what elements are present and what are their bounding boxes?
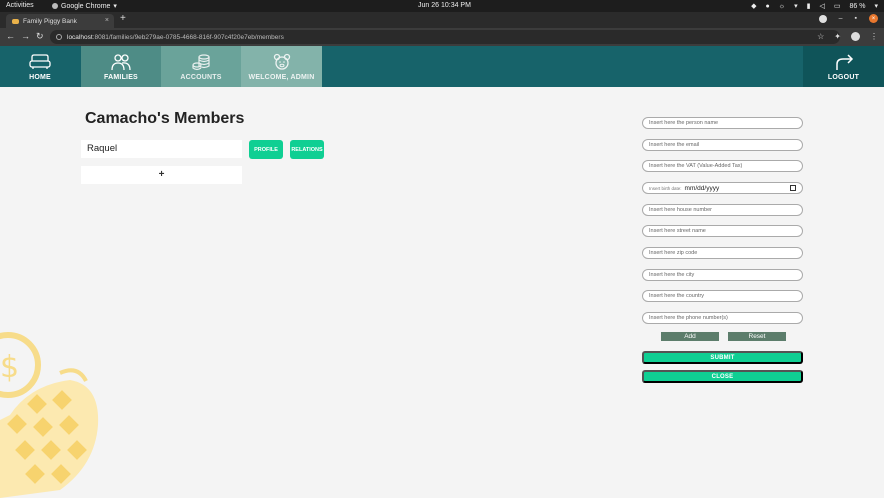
nav-home-label: HOME: [29, 73, 51, 81]
address-bar: ← → ↻ localhost:8081/families/9eb279ae-0…: [0, 28, 884, 46]
battery-level: 86 %: [849, 2, 866, 10]
chrome-icon: [52, 3, 58, 9]
url-path: :8081/families/9eb279ae-0785-4668-816f-9…: [92, 33, 284, 41]
minimize-button[interactable]: –: [839, 15, 843, 22]
battery-icon: ▭: [833, 3, 841, 10]
add-member-button[interactable]: +: [81, 166, 242, 184]
wifi-icon: ▾: [794, 3, 798, 10]
download-icon[interactable]: [818, 14, 827, 23]
piggy-bank-decoration-icon: $: [0, 332, 99, 498]
coins-icon: [192, 53, 210, 70]
submit-button[interactable]: SUBMIT: [642, 351, 803, 364]
country-field[interactable]: Insert here the country: [642, 290, 803, 302]
add-phone-button[interactable]: Add: [661, 332, 719, 341]
window-controls: – ▪ ×: [818, 14, 878, 23]
street-name-field[interactable]: Insert here street name: [642, 225, 803, 237]
piggy-favicon-icon: [12, 18, 19, 24]
close-button[interactable]: CLOSE: [642, 370, 803, 383]
page-title: Camacho's Members: [85, 110, 245, 127]
vat-field[interactable]: Insert here the VAT (Value-Added Tax): [642, 160, 803, 172]
bookmark-star-icon[interactable]: ☆: [817, 32, 824, 41]
profile-button[interactable]: PROFILE: [249, 140, 283, 159]
nav-families[interactable]: FAMILIES: [81, 46, 161, 87]
nav-welcome-admin[interactable]: WELCOME, ADMIN: [241, 46, 322, 87]
maximize-button[interactable]: ▪: [855, 15, 857, 22]
birth-date-hint: Insert birth date:: [649, 185, 682, 191]
chevron-down-icon: ▾: [113, 3, 117, 10]
relations-button[interactable]: RELATIONS: [290, 140, 324, 159]
person-name-field[interactable]: Insert here the person name: [642, 117, 803, 129]
nav-welcome-label: WELCOME, ADMIN: [248, 73, 315, 81]
browser-tab[interactable]: Family Piggy Bank ×: [6, 14, 114, 28]
activities-button[interactable]: Activities: [6, 2, 34, 9]
os-top-bar: Activities Google Chrome ▾ Jun 26 10:34 …: [0, 0, 884, 12]
mic-icon: ▮: [806, 3, 811, 10]
member-name: Raquel: [81, 140, 242, 158]
new-tab-button[interactable]: +: [120, 13, 126, 24]
piggy-icon: [273, 53, 290, 70]
toolbar-icons: ☆ ✦ ⋮: [817, 32, 878, 41]
reload-icon[interactable]: ↻: [36, 31, 44, 42]
city-field[interactable]: Insert here the city: [642, 269, 803, 281]
url-input[interactable]: localhost:8081/families/9eb279ae-0785-46…: [50, 30, 840, 44]
discord-icon: ●: [765, 2, 770, 10]
network-icon: ◆: [751, 3, 757, 10]
app-navigation: HOME FAMILIES ACCOUNTS WELCOME, ADMIN LO…: [0, 46, 884, 87]
brightness-icon: ☼: [778, 2, 786, 10]
logout-arrow-icon: [835, 53, 853, 70]
people-icon: [111, 53, 131, 70]
sofa-icon: [29, 53, 51, 69]
nav-home[interactable]: HOME: [0, 46, 80, 87]
app-menu[interactable]: Google Chrome ▾: [52, 2, 117, 10]
clock[interactable]: Jun 26 10:34 PM: [418, 2, 471, 9]
info-icon[interactable]: [56, 34, 62, 40]
app-name: Google Chrome: [61, 2, 111, 10]
close-window-button[interactable]: ×: [869, 14, 878, 23]
chevron-down-icon: ▾: [874, 3, 878, 10]
nav-accounts[interactable]: ACCOUNTS: [161, 46, 241, 87]
email-field[interactable]: Insert here the email: [642, 139, 803, 151]
volume-icon: ◁: [819, 3, 825, 10]
profile-avatar-icon[interactable]: [851, 32, 860, 41]
birth-date-field[interactable]: Insert birth date: mm/dd/yyyy: [642, 182, 803, 194]
nav-logout-label: LOGOUT: [827, 73, 860, 81]
url-host: localhost: [67, 33, 93, 41]
reset-phone-button[interactable]: Reset: [728, 332, 786, 341]
phone-number-field[interactable]: Insert here the phone number(s): [642, 312, 803, 324]
tab-title: Family Piggy Bank: [23, 17, 77, 25]
nav-accounts-label: ACCOUNTS: [180, 73, 222, 81]
birth-date-value: mm/dd/yyyy: [684, 184, 720, 192]
system-tray[interactable]: ◆ ● ☼ ▾ ▮ ◁ ▭ 86 % ▾: [751, 2, 878, 11]
forward-icon[interactable]: →: [21, 31, 30, 41]
house-number-field[interactable]: Insert here house number: [642, 204, 803, 216]
nav-families-label: FAMILIES: [104, 73, 138, 81]
tab-strip: Family Piggy Bank × + – ▪ ×: [0, 12, 884, 28]
back-icon[interactable]: ←: [6, 31, 15, 41]
nav-logout[interactable]: LOGOUT: [803, 46, 884, 87]
calendar-icon[interactable]: [790, 185, 796, 191]
extensions-icon[interactable]: ✦: [834, 32, 841, 41]
zip-code-field[interactable]: Insert here zip code: [642, 247, 803, 259]
svg-text:$: $: [0, 350, 19, 385]
close-tab-icon[interactable]: ×: [105, 17, 109, 24]
menu-dots-icon[interactable]: ⋮: [870, 32, 878, 41]
